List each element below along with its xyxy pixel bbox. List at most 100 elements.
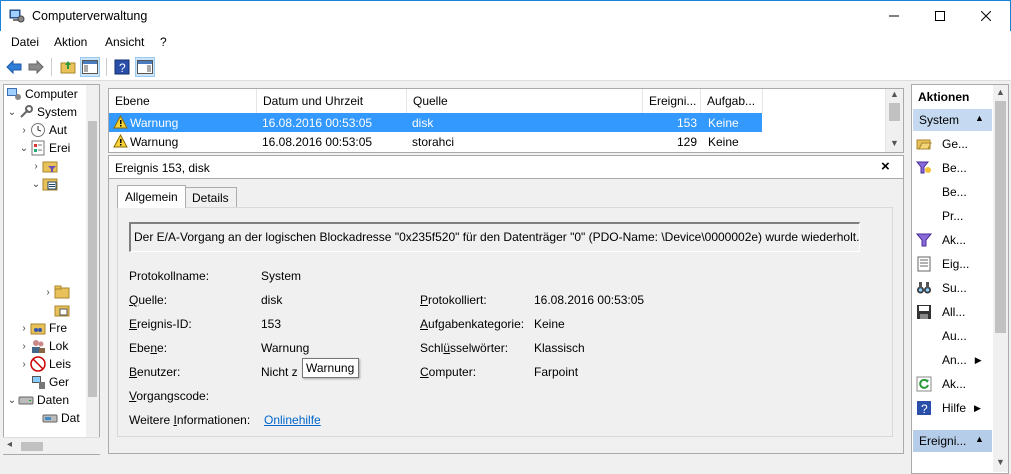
- scrollbar-thumb[interactable]: [21, 442, 43, 451]
- actions-section-system[interactable]: System ▲: [913, 109, 992, 131]
- scroll-down-icon[interactable]: ▼: [996, 457, 1005, 467]
- tree-vertical-scrollbar[interactable]: [86, 85, 99, 437]
- action-create-custom-view[interactable]: Be...: [916, 157, 967, 179]
- chevron-down-icon[interactable]: ⌄: [6, 107, 18, 118]
- scroll-up-icon[interactable]: ▲: [996, 87, 1005, 97]
- actions-section-ereignis[interactable]: Ereigni... ▲: [913, 430, 992, 452]
- action-filter-log[interactable]: Ak...: [916, 229, 966, 251]
- event-detail-header: Ereignis 153, disk ×: [108, 155, 904, 179]
- disk-management-icon: [42, 414, 58, 423]
- action-clear-log[interactable]: Pr...: [916, 205, 963, 227]
- action-help[interactable]: ? Hilfe ▶: [916, 397, 981, 419]
- label-weitere-informationen: Weitere Informationen:: [129, 413, 251, 427]
- event-message[interactable]: Der E/A-Vorgang an der logischen Blockad…: [129, 222, 860, 252]
- blank-icon: [916, 328, 932, 344]
- tree-item-datenspeicher[interactable]: ⌄ Daten: [6, 391, 69, 409]
- scroll-left-icon[interactable]: ◂: [7, 439, 12, 450]
- chevron-down-icon[interactable]: ⌄: [6, 395, 18, 406]
- show-hide-action-pane-button[interactable]: [135, 57, 155, 77]
- column-quelle[interactable]: Quelle: [407, 89, 643, 113]
- actions-scrollbar[interactable]: ▲ ▼: [993, 85, 1008, 472]
- section-label: System: [919, 113, 960, 127]
- filter-icon: [916, 233, 932, 247]
- label-protokolliert: Protokolliert:: [420, 293, 487, 307]
- chevron-right-icon[interactable]: ›: [18, 341, 30, 352]
- column-aufgabenkategorie[interactable]: Aufgab...: [701, 89, 763, 113]
- onlinehilfe-link[interactable]: Onlinehilfe: [264, 413, 321, 427]
- tree-item-freigegebene-ordner[interactable]: › Fre: [18, 319, 67, 337]
- close-window-button[interactable]: [963, 1, 1009, 31]
- action-attach-task[interactable]: Au...: [916, 325, 967, 347]
- close-detail-button[interactable]: ×: [881, 158, 890, 175]
- console-tree-icon: [82, 60, 98, 74]
- tree-item-lokale-benutzer[interactable]: › Lok: [18, 337, 68, 355]
- table-row[interactable]: Warnung 16.08.2016 00:53:05 storahci 129…: [109, 132, 762, 151]
- computer-management-icon: [7, 88, 21, 100]
- event-list-scrollbar[interactable]: ▲ ▼: [885, 89, 903, 152]
- action-label: Pr...: [942, 209, 964, 223]
- value-quelle: disk: [261, 293, 283, 307]
- tree-item-aufgabenplanung[interactable]: › Aut: [18, 121, 67, 139]
- help-button[interactable]: ?: [112, 57, 132, 77]
- tree-item-leistung[interactable]: › Leis: [18, 355, 71, 373]
- back-arrow-icon: [6, 60, 22, 74]
- label-protokolliert-accesskey: P: [420, 293, 429, 307]
- chevron-right-icon[interactable]: ›: [18, 323, 30, 334]
- minimize-button[interactable]: [871, 1, 917, 31]
- tree-item-apps-services[interactable]: ›: [42, 283, 73, 301]
- back-button[interactable]: [4, 57, 24, 77]
- tree-item-geraete-manager[interactable]: › Ger: [18, 373, 69, 391]
- scroll-down-icon[interactable]: ▼: [890, 138, 899, 148]
- filter-star-icon: [916, 161, 931, 174]
- tab-allgemein[interactable]: Allgemein: [117, 185, 186, 208]
- tab-details[interactable]: Details: [184, 187, 237, 207]
- clock-icon: [31, 123, 45, 137]
- tree-item-custom-views[interactable]: ›: [30, 157, 61, 175]
- chevron-right-icon[interactable]: ›: [42, 287, 54, 298]
- action-properties[interactable]: Eig...: [916, 253, 969, 275]
- action-find[interactable]: Su...: [916, 277, 967, 299]
- menu-help[interactable]: ?: [160, 35, 167, 49]
- menu-aktion[interactable]: Aktion: [54, 35, 87, 49]
- cell-task: Keine: [708, 116, 739, 130]
- chevron-right-icon[interactable]: ›: [18, 125, 30, 136]
- tree-item-subscriptions[interactable]: ›: [42, 301, 73, 319]
- chevron-right-icon[interactable]: ›: [18, 359, 30, 370]
- scrollbar-thumb[interactable]: [995, 101, 1006, 333]
- tree-item-datentraegerverwaltung[interactable]: › Dat: [30, 409, 80, 427]
- tree-item-ereignisanzeige[interactable]: ⌄ Erei: [18, 139, 70, 157]
- up-folder-button[interactable]: [58, 57, 78, 77]
- maximize-button[interactable]: [917, 1, 963, 31]
- show-hide-console-tree-button[interactable]: [80, 57, 100, 77]
- chevron-down-icon[interactable]: ⌄: [30, 179, 42, 190]
- action-import-custom-view[interactable]: Be...: [916, 181, 967, 203]
- chevron-down-icon[interactable]: ⌄: [18, 143, 30, 154]
- tree-item-computer[interactable]: Computer: [6, 85, 78, 103]
- forward-button[interactable]: [26, 57, 46, 77]
- label-ereignis-id-accesskey: E: [129, 317, 138, 331]
- scrollbar-thumb[interactable]: [88, 121, 97, 397]
- table-row[interactable]: Warnung 16.08.2016 00:53:05 disk 153 Kei…: [109, 113, 762, 132]
- action-label: All...: [942, 305, 966, 319]
- menu-datei[interactable]: Datei: [11, 35, 39, 49]
- action-open-log[interactable]: Ge...: [916, 133, 968, 155]
- column-ebene[interactable]: Ebene: [109, 89, 257, 113]
- label-vorgangscode: Vorgangscode:: [129, 389, 210, 403]
- menu-ansicht[interactable]: Ansicht: [105, 35, 144, 49]
- column-ereignis-id[interactable]: Ereigni...: [643, 89, 701, 113]
- tooltip: Warnung: [302, 358, 359, 378]
- tree-horizontal-scrollbar[interactable]: ◂: [3, 437, 100, 454]
- tree-item-system[interactable]: ⌄ System: [6, 103, 77, 121]
- label-quelle: Quelle:: [129, 293, 168, 307]
- chevron-right-icon[interactable]: ›: [30, 161, 42, 172]
- tree-item-windows-logs[interactable]: ⌄: [30, 175, 61, 193]
- action-view-submenu[interactable]: An... ▶: [916, 349, 982, 371]
- value-benutzer: Nicht z: [261, 365, 298, 379]
- action-save-all-events[interactable]: All...: [916, 301, 965, 323]
- action-refresh[interactable]: Ak...: [916, 373, 966, 395]
- scroll-up-icon[interactable]: ▲: [890, 89, 899, 99]
- submenu-arrow-icon: ▶: [974, 402, 981, 413]
- blank-icon: [916, 208, 932, 224]
- column-datum-uhrzeit[interactable]: Datum und Uhrzeit: [257, 89, 407, 113]
- scrollbar-thumb[interactable]: [889, 103, 900, 121]
